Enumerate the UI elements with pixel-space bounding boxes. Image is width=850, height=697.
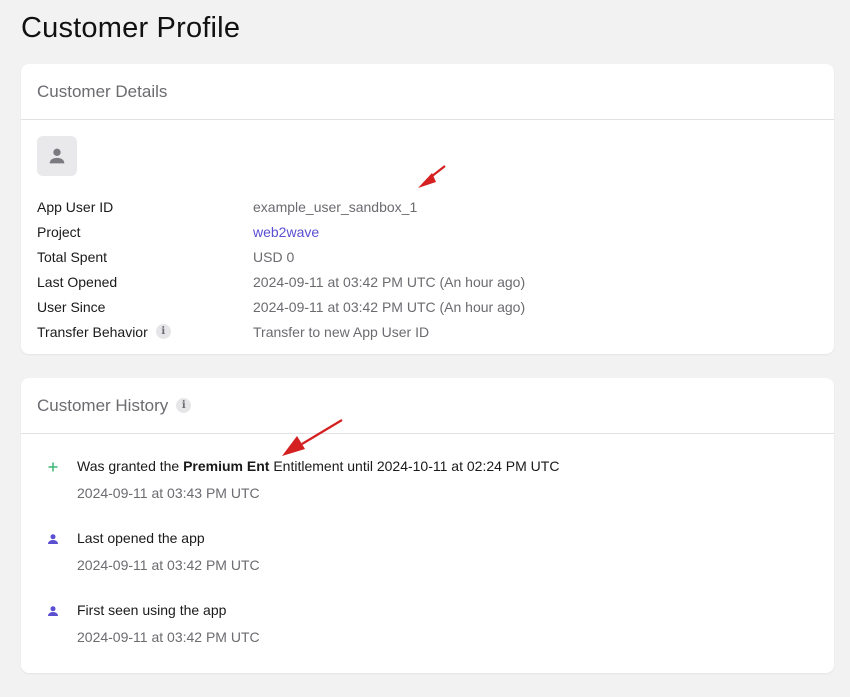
detail-label: Total Spent <box>37 248 108 265</box>
user-avatar-icon <box>49 148 65 164</box>
history-item-time: 2024-09-11 at 03:43 PM UTC <box>77 485 260 501</box>
person-icon <box>46 532 60 546</box>
history-item-time: 2024-09-11 at 03:42 PM UTC <box>77 557 260 573</box>
app-user-id-value: example_user_sandbox_1 <box>253 198 418 215</box>
person-icon <box>46 604 60 618</box>
history-item-first-seen: First seen using the app 2024-09-11 at 0… <box>21 602 834 674</box>
history-text-part: Was granted the <box>77 458 184 474</box>
detail-row-user-since: User Since 2024-09-11 at 03:42 PM UTC (A… <box>37 294 525 319</box>
detail-label-with-info: Transfer Behavior i <box>37 324 253 340</box>
history-item-entitlement: Was granted the Premium Ent Entitlement … <box>21 458 834 530</box>
history-item-text: First seen using the app <box>77 602 227 618</box>
info-icon[interactable]: i <box>155 324 171 339</box>
history-list: Was granted the Premium Ent Entitlement … <box>21 458 834 674</box>
detail-label: Last Opened <box>37 273 118 290</box>
annotation-arrow-icon <box>282 419 343 456</box>
detail-row-last-opened: Last Opened 2024-09-11 at 03:42 PM UTC (… <box>37 269 525 294</box>
history-item-text: Last opened the app <box>77 530 205 546</box>
annotation-arrow-icon <box>418 165 446 188</box>
detail-row-app-user-id: App User ID example_user_sandbox_1 <box>37 194 525 219</box>
project-link[interactable]: web2wave <box>253 224 319 240</box>
details-list: App User ID example_user_sandbox_1 Proje… <box>37 194 525 344</box>
total-spent-value: USD 0 <box>253 248 295 265</box>
entitlement-name: Premium Ent <box>183 458 270 474</box>
detail-row-total-spent: Total Spent USD 0 <box>37 244 525 269</box>
history-item-time: 2024-09-11 at 03:42 PM UTC <box>77 629 260 645</box>
customer-details-title: Customer Details <box>37 81 168 101</box>
avatar <box>37 136 77 176</box>
detail-row-transfer-behavior: Transfer Behavior i Transfer to new App … <box>37 319 525 344</box>
customer-history-title: Customer History <box>37 395 169 415</box>
detail-label: Transfer Behavior <box>37 323 148 340</box>
customer-history-card: Customer History i Was granted the Premi… <box>21 378 834 673</box>
info-icon[interactable]: i <box>176 398 192 413</box>
detail-label: Project <box>37 223 81 240</box>
customer-history-header: Customer History i <box>21 378 834 434</box>
customer-details-card: Customer Details App User ID example_use… <box>21 64 834 354</box>
last-opened-value: 2024-09-11 at 03:42 PM UTC (An hour ago) <box>253 273 526 290</box>
plus-icon <box>46 460 60 474</box>
detail-row-project: Project web2wave <box>37 219 525 244</box>
history-item-last-opened: Last opened the app 2024-09-11 at 03:42 … <box>21 530 834 602</box>
page-title: Customer Profile <box>21 12 241 44</box>
transfer-behavior-value: Transfer to new App User ID <box>253 323 430 340</box>
customer-details-header: Customer Details <box>21 64 834 120</box>
detail-label: User Since <box>37 298 106 315</box>
detail-label: App User ID <box>37 198 114 215</box>
user-since-value: 2024-09-11 at 03:42 PM UTC (An hour ago) <box>253 298 526 315</box>
